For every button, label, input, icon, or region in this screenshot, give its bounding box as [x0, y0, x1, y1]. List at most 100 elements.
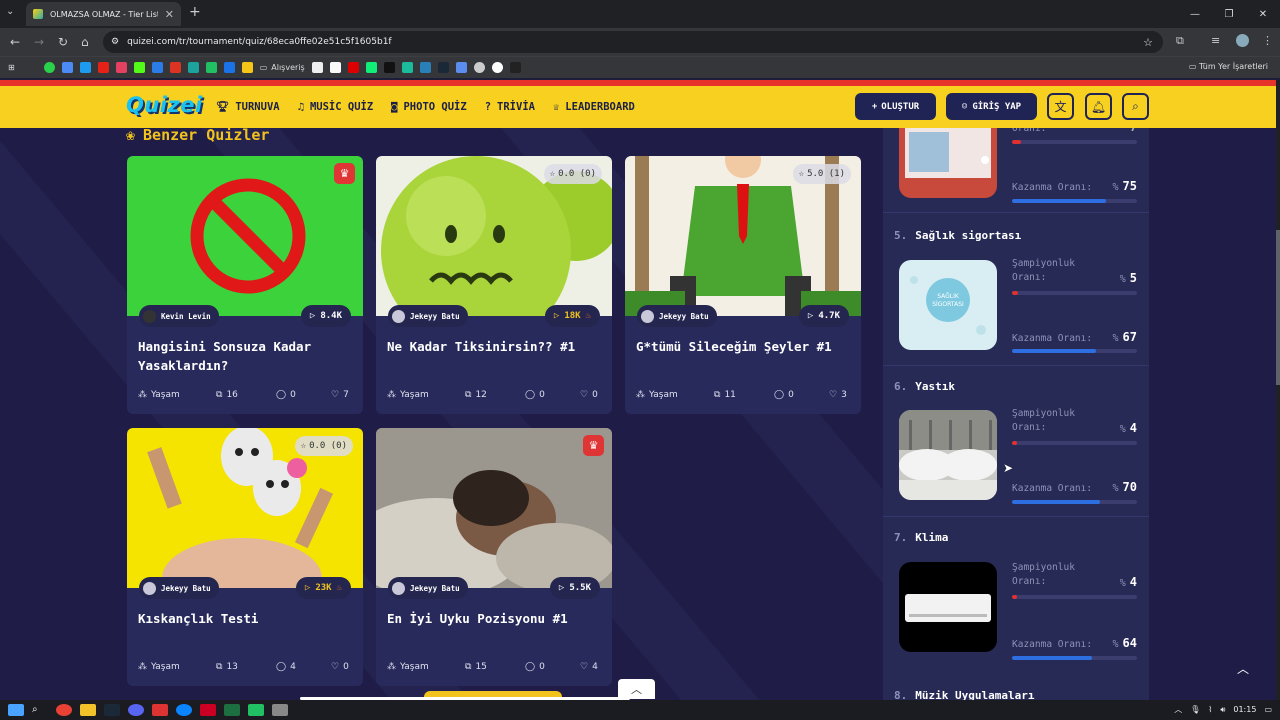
quiz-card[interactable]: ☆ 0.0 (0) Jekeyy Batu ▷ 18K ♨ Ne Kadar Tiks… — [376, 156, 612, 414]
divider — [883, 365, 1149, 366]
tab-list-icon[interactable]: ⌄ — [6, 6, 14, 17]
nav-music-quiz[interactable]: ♫ MUSİC QUİZ — [298, 100, 374, 113]
youtube-icon[interactable] — [97, 62, 109, 73]
bell-icon[interactable]: 🔔︎ — [1085, 93, 1112, 120]
quiz-title[interactable]: Hangisini Sonsuza Kadar Yasaklardın? — [138, 337, 353, 375]
app-icon[interactable] — [200, 704, 216, 716]
edge-icon[interactable] — [176, 704, 192, 716]
trophy-icon: 🏆︎ — [216, 101, 230, 113]
search-icon[interactable]: ⌕ — [32, 704, 48, 716]
quiz-card[interactable]: ♛ Kevin Levin ▷ 8.4K Hangisini Sonsuza Ka… — [127, 156, 363, 414]
language-icon[interactable]: 文 — [1047, 93, 1074, 120]
rating-badge: ☆ 0.0 (0) — [294, 436, 353, 456]
kick-icon[interactable] — [133, 62, 145, 73]
author-badge[interactable]: Jekeyy Batu — [388, 305, 468, 327]
quiz-card[interactable]: ♛ Jekeyy Batu ▷ 5.5K En İyi Uyku Pozisyon… — [376, 428, 612, 686]
scrollbar-thumb[interactable] — [1276, 230, 1280, 385]
author-badge[interactable]: Jekeyy Batu — [637, 305, 717, 327]
chrome-icon[interactable] — [56, 704, 72, 716]
play-icon: ▷ — [553, 311, 560, 321]
author-badge[interactable]: Jekeyy Batu — [139, 577, 219, 599]
profile-avatar[interactable] — [1236, 34, 1249, 47]
apps-icon[interactable]: ⊞ — [8, 63, 15, 72]
nav-trivia[interactable]: ? TRİVİA — [485, 100, 535, 113]
bookmark-icon[interactable] — [169, 62, 181, 73]
bookmark-icon[interactable] — [79, 62, 91, 73]
bookmark-icon[interactable] — [473, 62, 485, 73]
bookmark-icon[interactable] — [205, 62, 217, 73]
bookmark-icon[interactable] — [383, 62, 395, 73]
restore-icon[interactable]: ❐ — [1212, 0, 1246, 28]
media-icon[interactable]: ≡ — [1211, 34, 1220, 47]
site-info-icon[interactable]: ⚙ — [111, 37, 119, 47]
bookmark-icon[interactable] — [401, 62, 413, 73]
home-icon[interactable]: ⌂ — [81, 35, 89, 49]
page-scrollbar[interactable] — [1276, 80, 1280, 700]
scroll-to-top-button[interactable]: ︿ — [1230, 655, 1256, 681]
bookmark-icon[interactable] — [151, 62, 163, 73]
quiz-card[interactable]: ☆ 0.0 (0) Jekeyy Batu ▷ 23K ♨ Kıskançlık Te… — [127, 428, 363, 686]
quiz-title[interactable]: G*tümü Sileceğim Şeyler #1 — [636, 337, 851, 356]
expand-up-button[interactable]: ︿ — [618, 679, 655, 699]
nav-leaderboard[interactable]: ♕ LEADERBOARD — [553, 100, 635, 113]
all-bookmarks[interactable]: ▭ Tüm Yer İşaretleri — [1189, 62, 1268, 71]
app-icon[interactable] — [248, 704, 264, 716]
network-icon[interactable]: ⌇ — [1208, 705, 1212, 714]
quiz-title[interactable]: Ne Kadar Tiksinirsin?? #1 — [387, 337, 602, 356]
bookmark-icon[interactable] — [329, 62, 341, 73]
close-window-icon[interactable]: ✕ — [1246, 0, 1280, 28]
bookmark-icon[interactable] — [455, 62, 467, 73]
windows-start-icon[interactable] — [8, 704, 24, 716]
bookmark-icon[interactable] — [365, 62, 377, 73]
bookmark-icon[interactable] — [223, 62, 235, 73]
author-badge[interactable]: Jekeyy Batu — [388, 577, 468, 599]
steam-icon[interactable] — [104, 704, 120, 716]
quiz-title[interactable]: Kıskançlık Testi — [138, 609, 353, 628]
microphone-icon[interactable]: 🎙︎ — [1190, 705, 1200, 714]
excel-icon[interactable] — [224, 704, 240, 716]
back-icon[interactable]: ← — [10, 35, 20, 49]
minimize-icon[interactable]: — — [1178, 0, 1212, 28]
menu-icon[interactable]: ⋮ — [1262, 34, 1273, 47]
bookmark-star-icon[interactable]: ☆ — [1143, 36, 1153, 49]
bookmark-icon[interactable] — [347, 62, 359, 73]
clock[interactable]: 01:15 — [1233, 705, 1256, 714]
drive-icon[interactable] — [61, 62, 73, 73]
author-badge[interactable]: Kevin Levin — [139, 305, 219, 327]
instagram-icon[interactable] — [115, 62, 127, 73]
bookmark-icon[interactable] — [187, 62, 199, 73]
new-tab-icon[interactable]: + — [189, 4, 201, 20]
item-title: 5. Sağlık sigortası — [894, 229, 1022, 242]
close-tab-icon[interactable]: ✕ — [165, 8, 174, 21]
whatsapp-icon[interactable] — [43, 62, 55, 73]
file-explorer-icon[interactable] — [80, 704, 96, 716]
bookmark-icon[interactable] — [509, 62, 521, 73]
bookmark-icon[interactable] — [311, 62, 323, 73]
bookmark-icon[interactable] — [491, 62, 503, 73]
app-icon[interactable] — [152, 704, 168, 716]
discord-icon[interactable] — [128, 704, 144, 716]
quiz-thumbnail[interactable] — [127, 156, 363, 316]
app-icon[interactable] — [272, 704, 288, 716]
search-icon[interactable]: ⌕ — [1122, 93, 1149, 120]
quiz-card[interactable]: ☆ 5.0 (1) Jekeyy Batu ▷ 4.7K G*tümü Silece… — [625, 156, 861, 414]
quiz-title[interactable]: En İyi Uyku Pozisyonu #1 — [387, 609, 602, 628]
steam-icon[interactable] — [437, 62, 449, 73]
bookmark-icon[interactable] — [241, 62, 253, 73]
bookmark-icon[interactable] — [419, 62, 431, 73]
login-button[interactable]: ☺ GİRİŞ YAP — [946, 93, 1037, 120]
address-bar[interactable]: ⚙ quizei.com/tr/tournament/quiz/68eca0ff… — [103, 31, 1163, 53]
nav-photo-quiz[interactable]: ◙ PHOTO QUİZ — [391, 100, 467, 113]
bookmark-folder-shopping[interactable]: ▭ Alışveriş — [260, 63, 305, 72]
volume-icon[interactable]: 🔊︎ — [1220, 705, 1225, 715]
extensions-icon[interactable]: ⧉ — [1176, 34, 1184, 48]
create-button[interactable]: + OLUŞTUR — [855, 93, 936, 120]
notification-icon[interactable]: ▭ — [1264, 705, 1272, 714]
quiz-thumbnail[interactable] — [376, 428, 612, 598]
forward-icon[interactable]: → — [34, 35, 44, 49]
reload-icon[interactable]: ↻ — [58, 35, 68, 49]
nav-tournament[interactable]: 🏆︎ TURNUVA — [216, 100, 280, 114]
browser-tab[interactable]: OLMAZSA OLMAZ - Tier List | Hangisini Se… — [26, 2, 181, 26]
site-logo[interactable]: Quizei — [126, 93, 203, 117]
chevron-up-icon[interactable]: ︿ — [1174, 704, 1182, 715]
